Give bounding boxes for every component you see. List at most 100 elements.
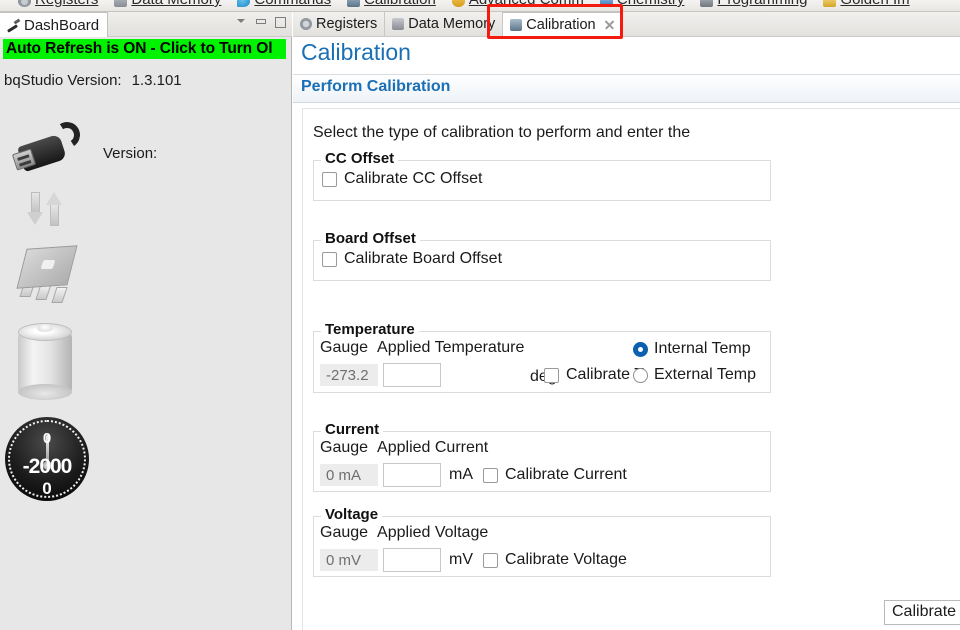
internal-temp-radio[interactable] — [633, 341, 648, 357]
voltage-unit-label: mV — [449, 551, 473, 568]
temperature-value-row: -273.2 — [320, 363, 441, 387]
group-voltage: Voltage Gauge Applied Voltage 0 mV mV Ca… — [313, 506, 771, 577]
external-temp-label: External Temp — [654, 366, 756, 383]
calibrate-cc-offset-checkbox[interactable] — [322, 171, 337, 187]
group-voltage-legend: Voltage — [321, 506, 383, 523]
toolbar-item-programming[interactable]: Programming — [700, 0, 807, 11]
tab-calibration-label: Calibration — [526, 16, 596, 33]
voltage-applied-input[interactable] — [383, 548, 441, 572]
toolbar-item-label: Golden Im — [840, 0, 909, 7]
tab-calibration[interactable]: Calibration — [503, 12, 623, 36]
tab-registers[interactable]: Registers — [293, 12, 386, 36]
cc-offset-row: Calibrate CC Offset — [322, 170, 482, 188]
analog-gauge-icon: 0 -2000 0 — [5, 417, 89, 501]
group-board-offset: Board Offset Calibrate Board Offset — [313, 230, 771, 281]
internal-temp-radio-row[interactable]: Internal Temp — [633, 340, 751, 358]
group-temperature: Temperature Gauge Applied Temperature -2… — [313, 321, 771, 393]
firmware-version-label: Version: — [103, 145, 158, 162]
usb-connector-icon — [11, 119, 84, 182]
instruction-text: Select the type of calibration to perfor… — [313, 124, 691, 141]
main-toolbar: Registers Data Memory Commands Calibrati… — [0, 0, 960, 12]
temperature-applied-input[interactable] — [383, 363, 441, 387]
dashboard-pane: DashBoard Auto Refresh is ON - Click to … — [0, 12, 292, 630]
calibrate-board-offset-checkbox[interactable] — [322, 251, 337, 267]
section-title: Perform Calibration — [301, 78, 451, 95]
close-icon[interactable] — [604, 19, 615, 30]
calibrate-current-checkbox[interactable] — [483, 467, 498, 483]
calibration-form: Select the type of calibration to perfor… — [302, 108, 960, 630]
group-board-offset-legend: Board Offset — [321, 230, 420, 247]
page-title: Calibration — [301, 39, 411, 65]
gauge-center-value: -2000 — [22, 455, 73, 478]
toolbar-item-label: Registers — [35, 0, 98, 7]
voltage-applied-header: Applied Voltage — [377, 524, 489, 541]
temperature-gauge-header: Gauge — [320, 339, 369, 356]
temperature-applied-header: Applied Temperature — [377, 339, 525, 356]
brush-icon — [6, 18, 20, 32]
toolbar-item-label: Chemistry — [617, 0, 685, 7]
flask-icon — [599, 0, 613, 7]
calibrate-gas-gauge-button[interactable]: Calibrate Gas Gauge — [884, 600, 960, 625]
voltage-value-row: 0 mV mV Calibrate Voltage — [320, 548, 627, 572]
voltage-gauge-header: Gauge — [320, 524, 369, 541]
tab-data-memory-label: Data Memory — [408, 16, 496, 32]
group-current: Current Gauge Applied Current 0 mA mA Ca… — [313, 421, 771, 492]
bqstudio-version-label: bqStudio Version: — [4, 72, 122, 89]
gear-icon — [18, 0, 31, 7]
dashboard-pane-controls — [236, 16, 286, 28]
external-temp-radio[interactable] — [633, 367, 648, 383]
calibrate-voltage-label: Calibrate Voltage — [505, 551, 627, 568]
toolbar-item-label: Data Memory — [131, 0, 221, 7]
toolbar-item-advanced-comm[interactable]: Advanced Comm — [451, 0, 584, 11]
gauge-ic-chip-icon — [12, 237, 86, 303]
auto-refresh-toggle-banner[interactable]: Auto Refresh is ON - Click to Turn Ol — [3, 39, 286, 59]
group-cc-offset: CC Offset Calibrate CC Offset — [313, 150, 771, 201]
internal-temp-label: Internal Temp — [654, 340, 751, 357]
toolbar-item-commands[interactable]: Commands — [237, 0, 331, 11]
toolbar-item-label: Advanced Comm — [469, 0, 584, 7]
calibration-pane: Registers Data Memory Calibration Calibr… — [293, 12, 960, 630]
minimize-icon[interactable] — [255, 16, 266, 26]
group-temperature-legend: Temperature — [321, 321, 419, 338]
tab-dashboard-label: DashBoard — [24, 16, 100, 34]
maximize-icon[interactable] — [274, 16, 286, 28]
shield-icon — [451, 0, 465, 7]
toolbar-item-data-memory[interactable]: Data Memory — [114, 0, 221, 11]
chevron-down-icon[interactable] — [236, 16, 246, 26]
group-current-legend: Current — [321, 421, 384, 438]
calibrate-voltage-checkbox[interactable] — [483, 552, 498, 568]
toolbar-item-label: Commands — [254, 0, 331, 7]
current-header-row: Gauge Applied Current — [320, 439, 488, 457]
calibration-icon — [347, 0, 361, 7]
toolbar-item-calibration[interactable]: Calibration — [347, 0, 436, 11]
battery-icon — [14, 322, 80, 406]
calibrate-temperature-checkbox[interactable] — [544, 367, 559, 383]
toolbar-item-label: Programming — [717, 0, 807, 7]
toolbar-item-golden-image[interactable]: Golden Im — [823, 0, 910, 11]
temperature-gauge-value: -273.2 — [320, 364, 378, 386]
current-applied-input[interactable] — [383, 463, 441, 487]
memory-chip-icon — [392, 18, 405, 30]
programming-icon — [700, 0, 714, 7]
group-cc-offset-legend: CC Offset — [321, 150, 399, 167]
board-offset-row: Calibrate Board Offset — [322, 250, 502, 268]
editor-tabstrip: Registers Data Memory Calibration — [293, 12, 960, 37]
toolbar-item-registers[interactable]: Registers — [18, 0, 98, 11]
bqstudio-version-number: 1.3.101 — [131, 72, 182, 89]
tab-registers-label: Registers — [316, 16, 378, 32]
calibrate-cc-offset-label: Calibrate CC Offset — [344, 170, 483, 187]
current-value-row: 0 mA mA Calibrate Current — [320, 463, 627, 487]
calibrate-board-offset-label: Calibrate Board Offset — [344, 250, 503, 267]
gear-icon — [300, 18, 312, 30]
voltage-gauge-value: 0 mV — [320, 549, 378, 571]
calibrate-current-label: Calibrate Current — [505, 466, 627, 483]
gauge-bottom-value: 0 — [42, 479, 52, 498]
bqstudio-version: bqStudio Version: 1.3.101 — [4, 72, 182, 89]
current-gauge-header: Gauge — [320, 439, 369, 456]
dashboard-tabstrip: DashBoard — [0, 12, 292, 37]
toolbar-item-chemistry[interactable]: Chemistry — [599, 0, 685, 11]
external-temp-radio-row[interactable]: External Temp — [633, 366, 756, 384]
tab-data-memory[interactable]: Data Memory — [385, 12, 504, 36]
tab-dashboard[interactable]: DashBoard — [0, 12, 109, 37]
data-transfer-arrows-icon — [26, 192, 70, 228]
